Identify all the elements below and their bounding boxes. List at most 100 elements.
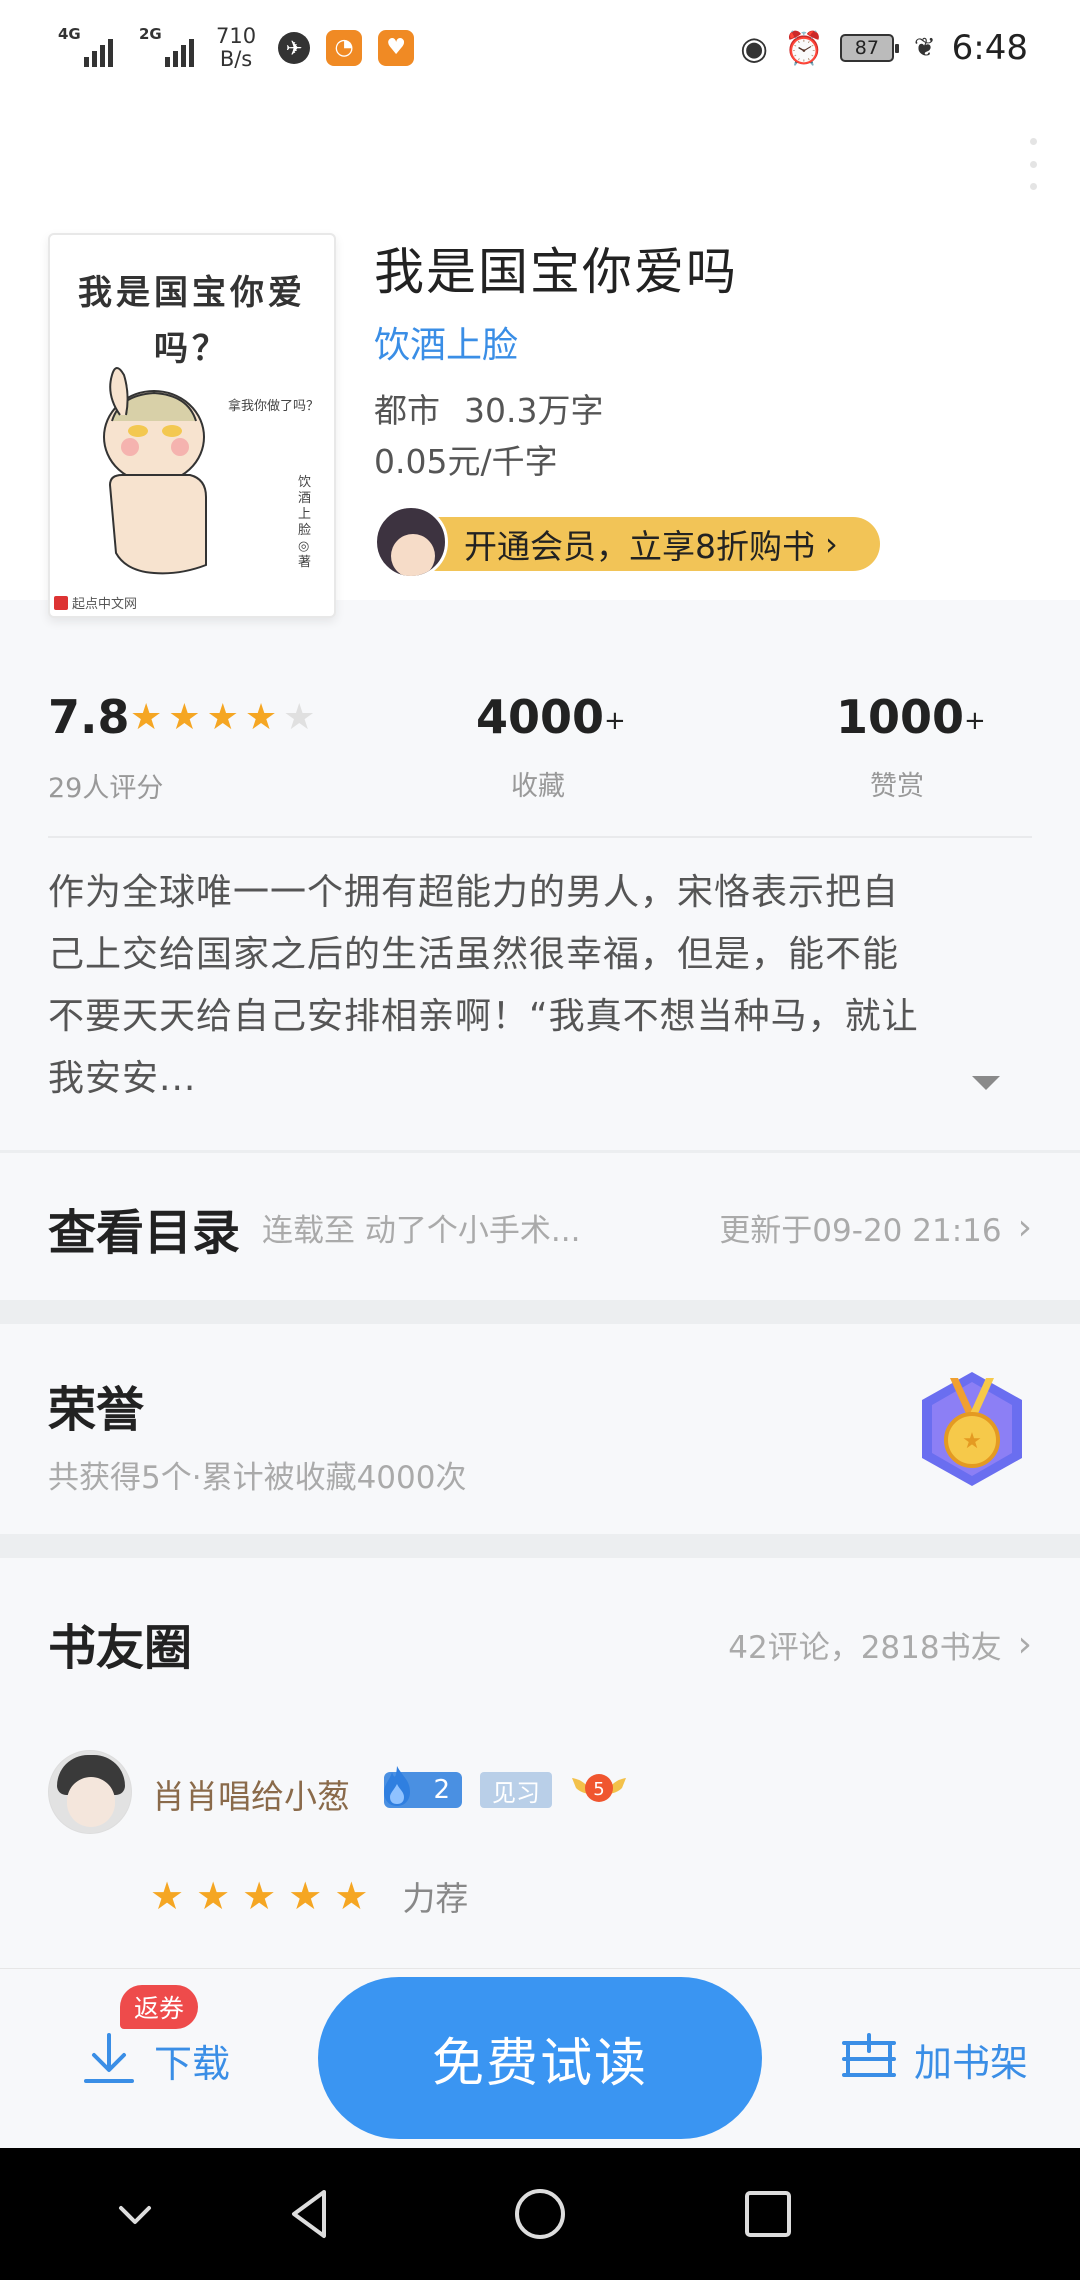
medal-icon: ★: [922, 1372, 1022, 1486]
star-icon: ★: [244, 697, 278, 738]
review-rating: ★ ★ ★ ★ ★ 力荐: [150, 1872, 468, 1920]
signal-4g-icon: 4G: [58, 25, 113, 67]
alarm-icon: ⏰: [784, 28, 824, 67]
health-app-icon: ♥: [378, 29, 415, 66]
cover-author: 饮酒上脸◎著: [298, 475, 312, 570]
vip-pill[interactable]: 开通会员，立享8折购书 ›: [410, 517, 880, 571]
fan-level-badge: 2: [384, 1766, 462, 1808]
star-icon: ★: [242, 1874, 277, 1918]
signal-2g-label: 2G: [139, 24, 162, 43]
avatar[interactable]: [48, 1750, 132, 1834]
system-navigation-bar: [0, 2148, 1080, 2280]
cover-publisher: 起点中文网: [72, 597, 138, 612]
expand-synopsis-icon[interactable]: [972, 1076, 1000, 1090]
collect-count: 4000+: [476, 690, 626, 744]
more-options-icon[interactable]: [1026, 138, 1040, 190]
level-badge: 见习: [480, 1772, 552, 1808]
toc-row[interactable]: 查看目录 连载至 动了个小手术... 更新于09-20 21:16 ›: [0, 1155, 1080, 1300]
book-author-link[interactable]: 饮酒上脸: [374, 316, 518, 368]
collect-value: 4000: [476, 690, 605, 744]
synopsis-line: 不要天天给自己安排相亲啊！“我真不想当种马，就让: [48, 996, 919, 1037]
honor-heading: 荣誉: [48, 1382, 145, 1438]
star-icon: ★: [334, 1874, 369, 1918]
rating-score: 7.8: [48, 690, 130, 744]
bottom-action-bar: 下载 返券 免费试读 加书架: [0, 1968, 1080, 2148]
free-read-button[interactable]: 免费试读: [318, 1977, 762, 2139]
stats-divider: [48, 836, 1032, 838]
book-synopsis[interactable]: 作为全球唯一一个拥有超能力的男人，宋恪表示把自 己上交给国家之后的生活虽然很幸福…: [48, 862, 1032, 1110]
circle-meta-link[interactable]: 42评论，2818书友 ›: [728, 1622, 1032, 1667]
stats-panel: 7.8 ★ ★ ★ ★ ★ 29人评分 4000+ 收藏 1000+ 赞赏: [48, 690, 1032, 840]
book-category: 都市: [374, 391, 440, 430]
download-label: 下载: [154, 2041, 231, 2086]
add-to-shelf-button[interactable]: 加书架: [838, 2031, 1028, 2087]
vip-banner[interactable]: 开通会员，立享8折购书 ›: [374, 505, 882, 579]
book-meta: 都市 30.3万字: [374, 384, 603, 432]
fan-level: 2: [433, 1775, 450, 1805]
synopsis-line: 作为全球唯一一个拥有超能力的男人，宋恪表示把自: [48, 872, 900, 913]
section-divider: [0, 1300, 1080, 1324]
status-right: ◉ ⏰ 87 ❦ 6:48: [740, 28, 1028, 68]
chevron-right-icon: ›: [1017, 1207, 1032, 1248]
leaf-icon: ❦: [913, 32, 936, 63]
star-icon: ★: [150, 1874, 185, 1918]
status-bar: 4G 2G 710 B/s ✈ ◔ ♥ ◉ ⏰ 87 ❦ 6:48: [0, 0, 1080, 95]
nav-home-icon[interactable]: [510, 2184, 570, 2244]
reward-count: 1000+: [836, 690, 986, 744]
star-empty-icon: ★: [283, 697, 316, 738]
honor-summary: 共获得5个·累计被收藏4000次: [48, 1460, 467, 1496]
circle-meta: 42评论，2818书友: [728, 1630, 1002, 1666]
reward-suffix: +: [964, 706, 986, 736]
reward-label: 赞赏: [870, 771, 924, 802]
bookshelf-add-icon: [841, 2033, 896, 2077]
review-rating-label: 力荐: [402, 1879, 469, 1918]
cover-publisher-logo: 起点中文网: [54, 593, 137, 612]
nav-recents-icon[interactable]: [738, 2184, 798, 2244]
battery-icon: 87: [839, 33, 899, 62]
synopsis-line: 己上交给国家之后的生活虽然很幸福，但是，能不能: [48, 934, 900, 975]
star-icon: ★: [130, 697, 163, 738]
synopsis-line: 我安安...: [48, 1058, 197, 1099]
battery-level: 87: [854, 36, 879, 59]
rating-count: 29人评分: [48, 773, 164, 804]
star-icon: ★: [288, 1874, 323, 1918]
vip-avatar: [374, 505, 448, 579]
network-speed-value: 710: [216, 23, 257, 48]
signal-2g-icon: 2G: [139, 25, 194, 67]
honor-row[interactable]: 荣誉 共获得5个·累计被收藏4000次 ★: [0, 1324, 1080, 1534]
collect-suffix: +: [604, 706, 626, 736]
nav-hide-icon[interactable]: [105, 2184, 165, 2244]
cover-illustration: [103, 367, 207, 575]
section-divider: [0, 1150, 1080, 1153]
review-user-name[interactable]: 肖肖唱给小葱: [152, 1770, 350, 1818]
network-speed-unit: B/s: [219, 46, 253, 71]
book-cover[interactable]: 我是国宝你爱 吗？ 拿我你做了吗？ 饮酒上脸◎著 起点中文网: [48, 233, 336, 618]
network-speed: 710 B/s: [216, 23, 257, 71]
clock: 6:48: [951, 27, 1028, 68]
reward-value: 1000: [836, 690, 965, 744]
download-button[interactable]: 下载: [82, 2031, 230, 2089]
toc-heading: 查看目录: [48, 1204, 241, 1261]
flame-icon: [384, 1766, 410, 1806]
rating-stars: ★ ★ ★ ★ ★: [130, 700, 315, 736]
svg-text:★: ★: [962, 1429, 982, 1454]
winged-rank-icon: 5: [572, 1774, 626, 1802]
eye-comfort-icon: ◉: [740, 28, 768, 67]
book-title: 我是国宝你爱吗: [374, 243, 738, 301]
section-divider: [0, 1534, 1080, 1558]
star-icon: ★: [206, 697, 239, 738]
download-icon: [84, 2033, 134, 2083]
star-icon: ★: [196, 1874, 231, 1918]
status-left: 4G 2G 710 B/s ✈ ◔ ♥: [58, 23, 415, 71]
circle-heading: 书友圈: [48, 1620, 193, 1676]
star-icon: ★: [168, 697, 201, 738]
coupon-badge: 返券: [120, 1985, 198, 2029]
nav-back-icon[interactable]: [280, 2184, 340, 2244]
uc-browser-icon: ◔: [326, 29, 363, 66]
toc-updated: 更新于09-20 21:16: [719, 1213, 1002, 1249]
collect-label: 收藏: [511, 771, 565, 802]
toc-latest-chapter: 连载至 动了个小手术...: [262, 1213, 581, 1249]
book-word-count: 30.3万字: [464, 391, 604, 430]
chevron-right-icon: ›: [825, 525, 838, 563]
add-to-shelf-label: 加书架: [913, 2040, 1028, 2085]
